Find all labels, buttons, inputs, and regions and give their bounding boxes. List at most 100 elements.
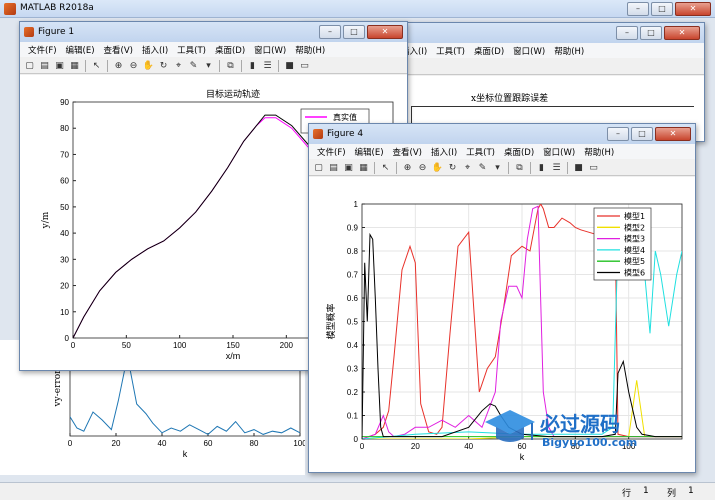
rotate-icon[interactable]: ↻ xyxy=(157,60,170,72)
zoom-out-icon[interactable]: ⊖ xyxy=(127,60,140,72)
menu-desktop[interactable]: 桌面(D) xyxy=(474,45,504,57)
y-axis-label: 模型概率 xyxy=(325,303,337,339)
close-button[interactable]: ✕ xyxy=(675,2,711,16)
zoom-out-icon[interactable]: ⊖ xyxy=(416,162,429,174)
y-tick-label: 0.9 xyxy=(347,224,359,233)
show-plot-tools-icon[interactable]: ▭ xyxy=(587,162,600,174)
menu-view[interactable]: 查看(V) xyxy=(104,44,133,56)
colorbar-icon[interactable]: ▮ xyxy=(535,162,548,174)
legend: 模型1模型2 模型3模型4模型5 模型6 xyxy=(593,207,652,281)
dropdown-arrow-icon[interactable]: ▾ xyxy=(202,60,215,72)
close-button[interactable]: ✕ xyxy=(664,26,700,40)
minimize-button[interactable]: – xyxy=(627,2,649,16)
menu-window[interactable]: 窗口(W) xyxy=(254,44,286,56)
hide-plot-tools-icon[interactable]: ■ xyxy=(572,162,585,174)
close-button[interactable]: ✕ xyxy=(367,25,403,39)
save-icon[interactable]: ▣ xyxy=(53,60,66,72)
open-file-icon[interactable]: ▤ xyxy=(38,60,51,72)
toolbar-separator xyxy=(219,59,220,72)
new-figure-icon[interactable]: ▢ xyxy=(312,162,325,174)
open-file-icon[interactable]: ▤ xyxy=(327,162,340,174)
x-tick-label: 20 xyxy=(411,442,420,451)
menu-desktop[interactable]: 桌面(D) xyxy=(215,44,245,56)
y-tick-label: 1 xyxy=(354,200,359,209)
menu-edit[interactable]: 编辑(E) xyxy=(66,44,95,56)
x-tick-label: 40 xyxy=(464,442,473,451)
pointer-icon[interactable]: ↖ xyxy=(90,60,103,72)
y-tick-label: 0.8 xyxy=(347,247,359,256)
menu-insert[interactable]: 插入(I) xyxy=(142,44,168,56)
menu-file[interactable]: 文件(F) xyxy=(317,146,346,158)
toolbar-separator xyxy=(107,59,108,72)
y-tick-label: 60 xyxy=(60,177,69,186)
legend-label: 模型6 xyxy=(624,268,645,278)
menu-window[interactable]: 窗口(W) xyxy=(513,45,545,57)
legend-icon[interactable]: ☰ xyxy=(550,162,563,174)
menu-window[interactable]: 窗口(W) xyxy=(543,146,575,158)
dropdown-arrow-icon[interactable]: ▾ xyxy=(491,162,504,174)
legend-label: 模型4 xyxy=(624,245,645,255)
menu-edit[interactable]: 编辑(E) xyxy=(355,146,384,158)
zoom-in-icon[interactable]: ⊕ xyxy=(401,162,414,174)
y-tick-label: 0.6 xyxy=(347,294,359,303)
hide-plot-tools-icon[interactable]: ■ xyxy=(283,60,296,72)
maximize-button[interactable]: □ xyxy=(343,25,365,39)
menu-view[interactable]: 查看(V) xyxy=(393,146,422,158)
rotate-icon[interactable]: ↻ xyxy=(446,162,459,174)
menu-tools[interactable]: 工具(T) xyxy=(466,146,495,158)
y-tick-label: 80 xyxy=(60,124,69,133)
menu-help[interactable]: 帮助(H) xyxy=(554,45,584,57)
pointer-icon[interactable]: ↖ xyxy=(379,162,392,174)
menu-insert[interactable]: 插入(I) xyxy=(431,146,457,158)
menu-tools[interactable]: 工具(T) xyxy=(177,44,206,56)
figure-1-toolbar: ▢ ▤ ▣ ▦ ↖ ⊕ ⊖ ✋ ↻ ⌖ ✎ ▾ ⧉ ▮ ☰ ■ ▭ xyxy=(20,58,407,74)
menu-file[interactable]: 文件(F) xyxy=(28,44,57,56)
legend-icon[interactable]: ☰ xyxy=(261,60,274,72)
minimize-button[interactable]: – xyxy=(319,25,341,39)
data-cursor-icon[interactable]: ⌖ xyxy=(461,162,474,174)
minimize-button[interactable]: – xyxy=(616,26,638,40)
menu-help[interactable]: 帮助(H) xyxy=(295,44,325,56)
figure-1-title: Figure 1 xyxy=(38,27,75,37)
show-plot-tools-icon[interactable]: ▭ xyxy=(298,60,311,72)
maximize-button[interactable]: □ xyxy=(651,2,673,16)
close-button[interactable]: ✕ xyxy=(655,127,691,141)
x-tick-label: 100 xyxy=(173,341,187,350)
menu-help[interactable]: 帮助(H) xyxy=(584,146,614,158)
data-cursor-icon[interactable]: ⌖ xyxy=(172,60,185,72)
y-tick-label: 40 xyxy=(60,229,69,238)
toolbar-separator xyxy=(85,59,86,72)
print-icon[interactable]: ▦ xyxy=(68,60,81,72)
save-icon[interactable]: ▣ xyxy=(342,162,355,174)
menu-tools[interactable]: 工具(T) xyxy=(436,45,465,57)
print-icon[interactable]: ▦ xyxy=(357,162,370,174)
toolbar-separator xyxy=(241,59,242,72)
col-label: 列 xyxy=(667,489,677,499)
pan-icon[interactable]: ✋ xyxy=(431,162,444,174)
menu-desktop[interactable]: 桌面(D) xyxy=(504,146,534,158)
maximize-button[interactable]: □ xyxy=(640,26,662,40)
toolbar-separator xyxy=(508,161,509,174)
matlab-logo-icon xyxy=(24,27,34,37)
pan-icon[interactable]: ✋ xyxy=(142,60,155,72)
legend-label: 模型3 xyxy=(624,234,645,244)
figure-4-titlebar[interactable]: Figure 4 – □ ✕ xyxy=(309,124,695,144)
toolbar-separator xyxy=(374,161,375,174)
watermark: 必过源码 Bigyuo100.com xyxy=(480,400,680,460)
y-tick-label: 10 xyxy=(60,308,69,317)
link-plot-icon[interactable]: ⧉ xyxy=(224,60,237,72)
figure-1-titlebar[interactable]: Figure 1 – □ ✕ xyxy=(20,22,407,42)
link-plot-icon[interactable]: ⧉ xyxy=(513,162,526,174)
minimize-button[interactable]: – xyxy=(607,127,629,141)
maximize-button[interactable]: □ xyxy=(631,127,653,141)
y-tick-label: 0 xyxy=(354,435,359,444)
new-figure-icon[interactable]: ▢ xyxy=(23,60,36,72)
legend-label: 模型2 xyxy=(624,222,645,232)
brush-icon[interactable]: ✎ xyxy=(187,60,200,72)
x-tick-label: 150 xyxy=(226,341,240,350)
zoom-in-icon[interactable]: ⊕ xyxy=(112,60,125,72)
colorbar-icon[interactable]: ▮ xyxy=(246,60,259,72)
y-axis-label: vy-error xyxy=(53,369,63,408)
y-tick-label: 0.5 xyxy=(347,318,359,327)
brush-icon[interactable]: ✎ xyxy=(476,162,489,174)
